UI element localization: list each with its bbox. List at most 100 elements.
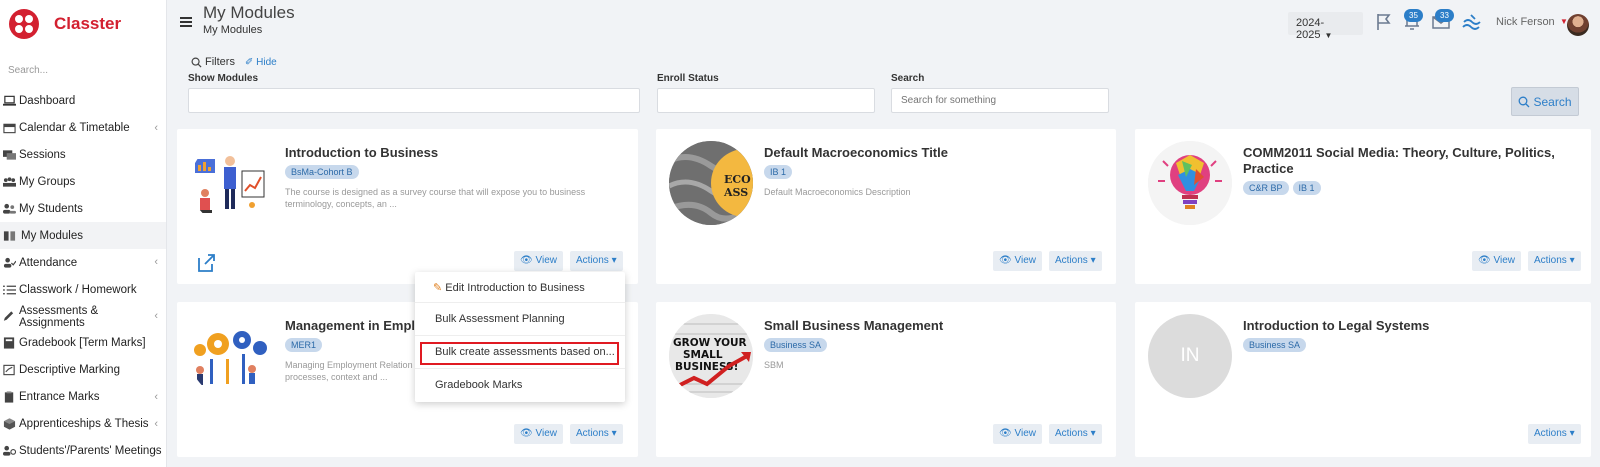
marking-icon [2,364,16,376]
chevron-left-icon[interactable]: ‹ [154,445,158,457]
view-label: View [535,428,557,439]
svg-text:SMALL: SMALL [683,349,723,361]
actions-label: Actions [576,255,609,266]
hide-filters-link[interactable]: ✐ Hide [245,57,277,68]
view-button[interactable]: 👁 View [993,251,1042,271]
sessions-icon [2,149,16,161]
enroll-status-select[interactable] [657,88,875,113]
module-tag: MER1 [285,338,323,352]
eye-icon: 👁 [1478,255,1491,266]
avatar[interactable] [1567,14,1589,36]
module-title[interactable]: Introduction to Business [285,145,624,161]
sidebar: Classter DashboardCalendar & Timetable‹S… [0,0,167,467]
view-button[interactable]: 👁 View [993,424,1042,444]
chevron-left-icon[interactable]: ‹ [154,418,158,430]
students-icon [2,203,16,215]
user-name[interactable]: Nick Ferson [1496,16,1555,28]
sidebar-item-assessments-assignments[interactable]: Assessments & Assignments ‹ [0,303,166,330]
module-title[interactable]: Default Macroeconomics Title [764,145,1102,161]
actions-button[interactable]: Actions ▾ [1528,424,1581,444]
flag-icon[interactable] [1374,12,1394,32]
svg-text:ASS: ASS [723,186,748,199]
wave-icon[interactable] [1461,12,1481,32]
sidebar-item-my-modules[interactable]: My Modules [0,222,166,250]
sidebar-item-sessions[interactable]: Sessions [0,142,166,169]
eye-icon: 👁 [999,255,1012,266]
sidebar-item-apprenticeships-thesis[interactable]: Apprenticeships & Thesis ‹ [0,411,166,438]
eye-icon: 👁 [520,255,533,266]
sidebar-item-classwork-homework[interactable]: Classwork / Homework [0,276,166,303]
sidebar-item-students-parents-meetings[interactable]: Students'/Parents' Meetings ‹ [0,438,166,465]
sidebar-item-gradebook-term-marks[interactable]: Gradebook [Term Marks] [0,330,166,357]
search-input[interactable] [891,88,1109,113]
chevron-left-icon[interactable]: ‹ [154,391,158,403]
book-icon [2,230,16,242]
module-initials-avatar: IN [1148,314,1232,398]
sidebar-item-label: My Groups [19,176,76,189]
chevron-left-icon[interactable]: ‹ [154,310,158,322]
caret-down-icon: ▾ [1569,255,1575,266]
search-button[interactable]: Search [1511,87,1579,116]
sidebar-item-label: Descriptive Marking [19,364,120,377]
eye-icon: 👁 [999,428,1012,439]
module-tag: Business SA [1243,338,1307,352]
search-button-label: Search [1533,94,1572,109]
sidebar-search-input[interactable] [0,58,166,82]
sidebar-item-calendar-timetable[interactable]: Calendar & Timetable ‹ [0,115,166,142]
actions-button[interactable]: Actions ▾ [570,424,623,444]
caret-down-icon: ▾ [1090,428,1096,439]
sidebar-item-dashboard[interactable]: Dashboard [0,88,166,115]
actions-button[interactable]: Actions ▾ [1049,424,1102,444]
sidebar-item-label: Apprenticeships & Thesis [19,418,149,431]
sidebar-item-label: Calendar & Timetable [19,122,130,135]
year-value: 2024-2025 [1296,17,1325,41]
menu-divider [415,335,625,336]
menu-item-edit[interactable]: ✎ Edit Introduction to Business [433,281,585,294]
search-icon [191,57,202,68]
view-label: View [1493,255,1515,266]
filters-label: Filters [205,56,235,68]
logo[interactable]: Classter [8,6,121,42]
external-link-icon[interactable] [196,253,216,273]
module-card: COMM2011 Social Media: Theory, Culture, … [1135,129,1591,284]
gradebook-icon [2,337,16,350]
menu-toggle-icon[interactable] [180,17,192,27]
laptop-icon [2,95,16,107]
search-label: Search [891,73,925,84]
sidebar-item-my-groups[interactable]: My Groups [0,169,166,196]
menu-item-bulk-assessment-planning[interactable]: Bulk Assessment Planning [435,313,565,325]
view-button[interactable]: 👁 View [514,251,563,271]
sidebar-item-my-students[interactable]: My Students [0,196,166,223]
year-select[interactable]: 2024-2025 ▼ [1288,12,1363,41]
meeting-icon [2,445,16,457]
actions-button[interactable]: Actions ▾ [1049,251,1102,271]
sidebar-item-label: Attendance [19,256,78,269]
show-modules-label: Show Modules [188,73,258,84]
actions-dropdown-menu: ✎ Edit Introduction to Business Bulk Ass… [415,272,625,402]
module-description: SBM [764,360,784,370]
svg-text:GROW YOUR: GROW YOUR [673,337,747,349]
menu-item-gradebook-marks[interactable]: Gradebook Marks [435,379,522,391]
sidebar-item-entrance-marks[interactable]: Entrance Marks ‹ [0,384,166,411]
view-button[interactable]: 👁 View [1472,251,1521,271]
breadcrumb[interactable]: My Modules [203,24,262,36]
attendance-icon [2,257,16,269]
sidebar-item-label: Assessments & Assignments [18,304,99,329]
module-title[interactable]: Small Business Management [764,318,1102,334]
actions-button[interactable]: Actions ▾ [570,251,623,271]
actions-label: Actions [1055,428,1088,439]
filters-toggle[interactable]: Filters ✐ Hide [191,56,277,68]
module-description: The course is designed as a survey cours… [285,187,586,209]
actions-button[interactable]: Actions ▾ [1528,251,1581,271]
chevron-left-icon[interactable]: ‹ [154,122,158,134]
chevron-left-icon[interactable]: ‹ [154,256,158,268]
module-title[interactable]: Introduction to Legal Systems [1243,318,1577,334]
module-image [190,314,274,398]
sidebar-item-label: My Modules [21,229,83,242]
sidebar-item-label: Sessions [19,149,66,162]
sidebar-item-attendance[interactable]: Attendance ‹ [0,249,166,276]
show-modules-select[interactable] [188,88,640,113]
module-title[interactable]: COMM2011 Social Media: Theory, Culture, … [1243,145,1577,177]
view-button[interactable]: 👁 View [514,424,563,444]
sidebar-item-descriptive-marking[interactable]: Descriptive Marking [0,357,166,384]
